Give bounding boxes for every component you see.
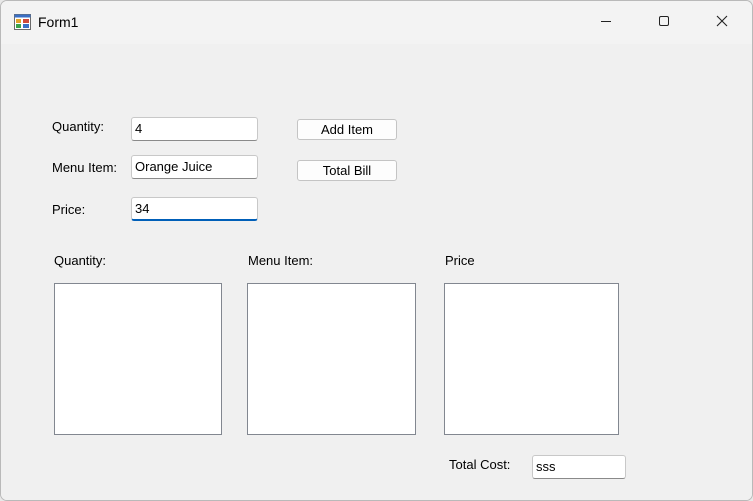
close-icon	[716, 15, 728, 30]
price-listbox[interactable]	[444, 283, 619, 435]
form-app-icon	[14, 14, 31, 30]
title-bar[interactable]: Form1	[1, 1, 752, 44]
quantity-list-header: Quantity:	[54, 253, 107, 268]
total-bill-button[interactable]: Total Bill	[297, 160, 397, 181]
maximize-icon	[658, 15, 670, 30]
menu-item-input[interactable]: Orange Juice	[131, 155, 258, 179]
form1-window: Form1 Quantity: 4 Menu Item: Orange Juic…	[0, 0, 753, 501]
quantity-listbox[interactable]	[54, 283, 222, 435]
price-list-header: Price	[445, 253, 475, 268]
quantity-input[interactable]: 4	[131, 117, 258, 141]
price-label: Price:	[52, 202, 86, 217]
total-cost-label: Total Cost:	[449, 457, 511, 472]
price-input[interactable]: 34	[131, 197, 258, 221]
form-client-area: Quantity: 4 Menu Item: Orange Juice Pric…	[1, 44, 752, 500]
total-cost-input[interactable]: sss	[532, 455, 626, 479]
menu-item-list-header: Menu Item:	[248, 253, 314, 268]
minimize-button[interactable]	[577, 1, 635, 44]
quantity-label: Quantity:	[52, 119, 105, 134]
menu-item-listbox[interactable]	[247, 283, 416, 435]
maximize-button[interactable]	[635, 1, 693, 44]
close-button[interactable]	[693, 1, 751, 44]
menu-item-label: Menu Item:	[52, 160, 118, 175]
window-title: Form1	[38, 14, 79, 30]
minimize-icon	[600, 15, 612, 30]
add-item-button[interactable]: Add Item	[297, 119, 397, 140]
